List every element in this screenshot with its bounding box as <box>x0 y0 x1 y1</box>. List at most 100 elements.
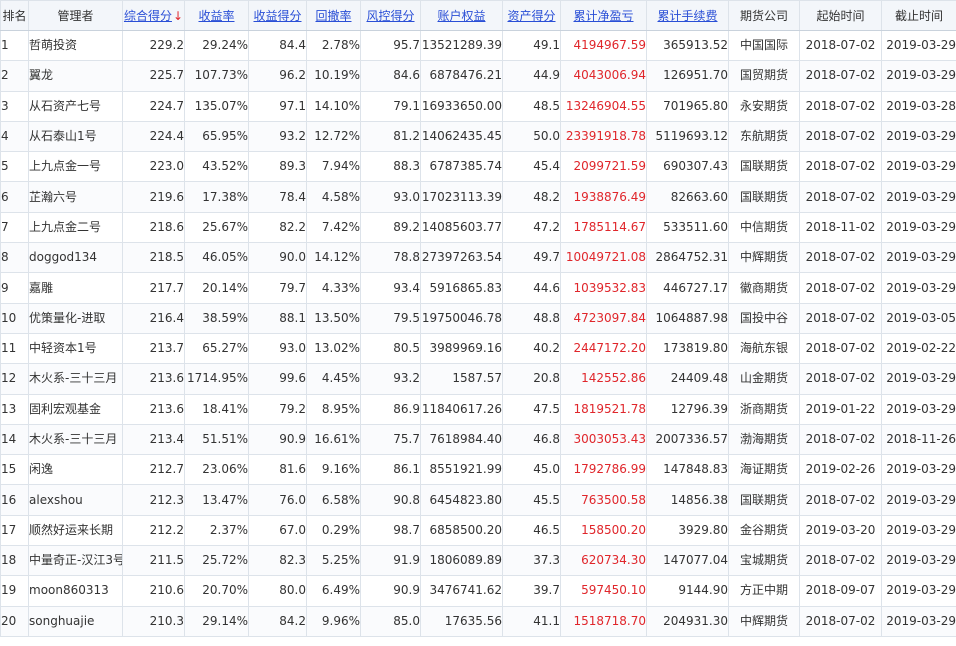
drawdown-cell: 8.95% <box>306 393 361 425</box>
table-row: 10 优策量化-进取 216.4 38.59% 88.1 13.50% 79.5 197500… <box>0 302 956 334</box>
table-row: 6 芷瀚六号 219.6 17.38% 78.4 4.58% 93.0 17023113.39… <box>0 181 956 213</box>
sort-fees[interactable]: 累计手续费 <box>646 0 729 31</box>
drawdown-cell: 13.50% <box>306 302 361 334</box>
broker-cell: 海证期货 <box>728 454 800 486</box>
sort-return-rate[interactable]: 收益率 <box>184 0 249 31</box>
start-date-cell: 2019-02-26 <box>799 454 882 486</box>
return-rate-cell: 65.95% <box>184 120 249 153</box>
net-profit-cell: 1039532.83 <box>560 272 647 304</box>
net-profit-cell: 3003053.43 <box>560 423 647 456</box>
total-score-cell: 213.4 <box>122 423 185 456</box>
net-profit-cell: 4723097.84 <box>560 302 647 334</box>
broker-cell: 国联期货 <box>728 151 800 183</box>
asset-score-cell: 48.2 <box>502 181 561 213</box>
risk-score-cell: 90.9 <box>360 575 421 607</box>
net-profit-cell: 10049721.08 <box>560 242 647 274</box>
table-row: 7 上九点金二号 218.6 25.67% 82.2 7.42% 89.2 14085603.… <box>0 211 956 244</box>
fees-cell: 12796.39 <box>646 393 729 425</box>
manager-cell: 中轻资本1号 <box>28 332 123 365</box>
fees-cell: 1064887.98 <box>646 302 729 334</box>
return-score-cell: 81.6 <box>248 454 307 486</box>
header-label: 截止时间 <box>894 9 943 23</box>
equity-cell: 11840617.26 <box>420 393 503 425</box>
rank-cell: 13 <box>0 393 29 425</box>
equity-cell: 14085603.77 <box>420 211 503 244</box>
header-label: 账户权益 <box>437 9 486 23</box>
return-rate-cell: 29.24% <box>184 29 249 62</box>
return-rate-cell: 46.05% <box>184 242 249 274</box>
equity-cell: 17023113.39 <box>420 181 503 213</box>
return-rate-cell: 51.51% <box>184 423 249 456</box>
net-profit-cell: 2447172.20 <box>560 332 647 365</box>
fees-cell: 14856.38 <box>646 484 729 516</box>
broker-cell: 永安期货 <box>728 90 800 122</box>
table-row: 20 songhuajie 210.3 29.14% 84.2 9.96% 85.0 1763… <box>0 605 956 637</box>
manager-cell: 从石资产七号 <box>28 90 123 122</box>
broker-cell: 方正中期 <box>728 575 800 607</box>
return-score-cell: 67.0 <box>248 514 307 547</box>
risk-score-cell: 93.0 <box>360 181 421 213</box>
broker-cell: 中辉期货 <box>728 242 800 274</box>
net-profit-cell: 158500.20 <box>560 514 647 547</box>
header-label: 累计净盈亏 <box>573 9 634 23</box>
total-score-cell: 213.6 <box>122 393 185 425</box>
ranking-rows: 1 哲萌投资 229.2 29.24% 84.4 2.78% 95.7 13521289.39… <box>0 29 956 637</box>
risk-score-cell: 86.1 <box>360 454 421 486</box>
sort-risk-score[interactable]: 风控得分 <box>360 0 421 31</box>
header-end: 截止时间 <box>881 0 956 31</box>
end-date-cell: 2019-03-28 <box>881 90 956 122</box>
sort-asset-score[interactable]: 资产得分 <box>502 0 561 31</box>
equity-cell: 27397263.54 <box>420 242 503 274</box>
sort-total-score[interactable]: 综合得分↓ <box>122 0 185 31</box>
rank-cell: 15 <box>0 454 29 486</box>
equity-cell: 6454823.80 <box>420 484 503 516</box>
drawdown-cell: 5.25% <box>306 545 361 577</box>
broker-cell: 渤海期货 <box>728 423 800 456</box>
net-profit-cell: 1785114.67 <box>560 211 647 244</box>
total-score-cell: 223.0 <box>122 151 185 183</box>
risk-score-cell: 88.3 <box>360 151 421 183</box>
sort-net-profit[interactable]: 累计净盈亏 <box>560 0 647 31</box>
header-label: 起始时间 <box>816 9 865 23</box>
ranking-table: 排名 管理者 综合得分↓ 收益率 收益得分 回撤率 风控得分 账户权益 资产得分… <box>0 0 956 637</box>
equity-cell: 6858500.20 <box>420 514 503 547</box>
asset-score-cell: 50.0 <box>502 120 561 153</box>
asset-score-cell: 49.1 <box>502 29 561 62</box>
fees-cell: 446727.17 <box>646 272 729 304</box>
sort-drawdown[interactable]: 回撤率 <box>306 0 361 31</box>
return-score-cell: 82.3 <box>248 545 307 577</box>
end-date-cell: 2019-03-29 <box>881 181 956 213</box>
equity-cell: 6878476.21 <box>420 60 503 92</box>
table-row: 14 木火系-三十三月 213.4 51.51% 90.9 16.61% 75.7 76189… <box>0 423 956 456</box>
rank-cell: 18 <box>0 545 29 577</box>
manager-cell: 哲萌投资 <box>28 29 123 62</box>
rank-cell: 12 <box>0 363 29 395</box>
asset-score-cell: 44.6 <box>502 272 561 304</box>
total-score-cell: 210.6 <box>122 575 185 607</box>
risk-score-cell: 75.7 <box>360 423 421 456</box>
total-score-cell: 219.6 <box>122 181 185 213</box>
table-row: 5 上九点金一号 223.0 43.52% 89.3 7.94% 88.3 6787385.7… <box>0 151 956 183</box>
return-rate-cell: 107.73% <box>184 60 249 92</box>
header-label: 排名 <box>2 9 27 23</box>
drawdown-cell: 2.78% <box>306 29 361 62</box>
header-row: 排名 管理者 综合得分↓ 收益率 收益得分 回撤率 风控得分 账户权益 资产得分… <box>0 0 956 31</box>
return-rate-cell: 25.67% <box>184 211 249 244</box>
table-row: 15 闲逸 212.7 23.06% 81.6 9.16% 86.1 8551921.99 45… <box>0 454 956 486</box>
total-score-cell: 212.7 <box>122 454 185 486</box>
table-row: 9 嘉雕 217.7 20.14% 79.7 4.33% 93.4 5916865.83 44.… <box>0 272 956 304</box>
broker-cell: 国贸期货 <box>728 60 800 92</box>
rank-cell: 11 <box>0 332 29 365</box>
drawdown-cell: 6.58% <box>306 484 361 516</box>
sort-return-score[interactable]: 收益得分 <box>248 0 307 31</box>
equity-cell: 3989969.16 <box>420 332 503 365</box>
start-date-cell: 2018-07-02 <box>799 151 882 183</box>
start-date-cell: 2018-07-02 <box>799 332 882 365</box>
table-row: 16 alexshou 212.3 13.47% 76.0 6.58% 90.8 645482… <box>0 484 956 516</box>
start-date-cell: 2018-07-02 <box>799 60 882 92</box>
net-profit-cell: 1518718.70 <box>560 605 647 637</box>
fees-cell: 2007336.57 <box>646 423 729 456</box>
risk-score-cell: 95.7 <box>360 29 421 62</box>
sort-equity[interactable]: 账户权益 <box>420 0 503 31</box>
header-manager: 管理者 <box>28 0 123 31</box>
